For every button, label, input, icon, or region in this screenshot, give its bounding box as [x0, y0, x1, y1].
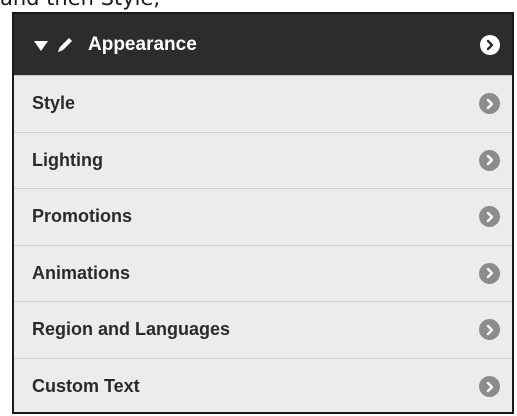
menu-item-custom-text[interactable]: Custom Text: [14, 358, 512, 412]
menu-item-promotions[interactable]: Promotions: [14, 189, 512, 246]
menu-item-style[interactable]: Style: [14, 76, 512, 133]
chevron-right-icon[interactable]: [479, 206, 500, 228]
appearance-header[interactable]: Appearance: [14, 14, 512, 76]
chevron-right-icon[interactable]: [479, 262, 500, 284]
menu-item-lighting[interactable]: Lighting: [14, 132, 512, 189]
caption-text: and then Style,: [0, 0, 517, 10]
pencil-icon: [58, 37, 72, 52]
menu-item-region-and-languages[interactable]: Region and Languages: [14, 302, 512, 359]
menu-item-animations[interactable]: Animations: [14, 245, 512, 302]
menu-item-label: Animations: [32, 262, 131, 283]
menu-item-label: Style: [32, 93, 76, 114]
triangle-down-icon: [34, 40, 48, 51]
header-title: Appearance: [88, 33, 197, 55]
menu-item-label: Lighting: [32, 149, 103, 170]
appearance-panel: Appearance Style Lighting Promotions Ani…: [12, 12, 514, 414]
chevron-right-icon[interactable]: [479, 319, 500, 341]
chevron-right-icon[interactable]: [479, 376, 500, 398]
menu-item-label: Promotions: [32, 206, 133, 227]
chevron-right-icon[interactable]: [480, 34, 500, 55]
menu-item-label: Custom Text: [32, 376, 140, 397]
menu-item-label: Region and Languages: [32, 319, 231, 340]
chevron-right-icon[interactable]: [479, 93, 500, 115]
chevron-right-icon[interactable]: [479, 149, 500, 171]
